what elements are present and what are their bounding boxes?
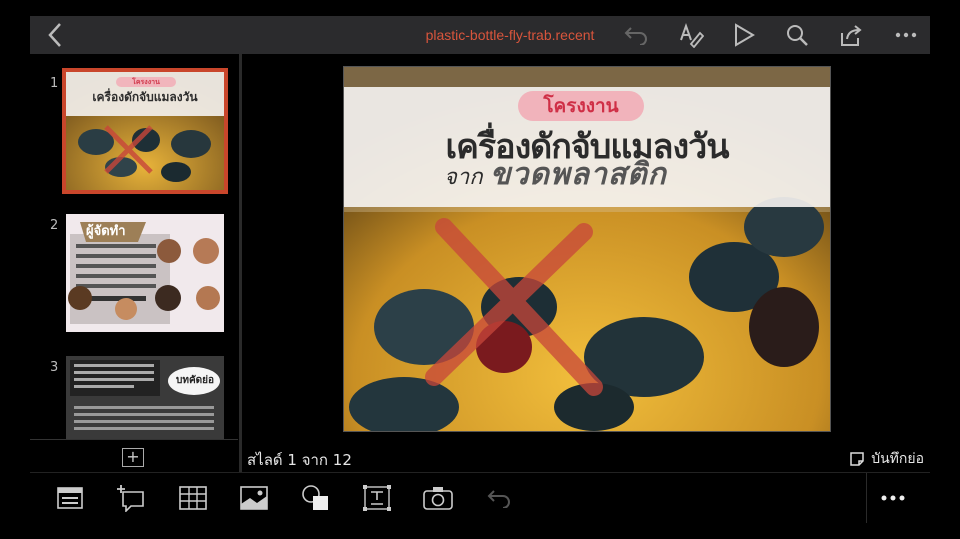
slide-canvas[interactable]: โครงงาน เครื่องดักจับแมลงวัน จาก ขวดพลาส…	[242, 54, 930, 439]
slide-title: เครื่องดักจับแมลงวัน	[92, 90, 198, 104]
undo-icon[interactable]	[620, 16, 652, 54]
bottom-toolbar	[30, 473, 930, 523]
more-icon[interactable]	[890, 16, 922, 54]
slide-subtitle-small[interactable]: จาก	[444, 159, 483, 194]
textbox-icon[interactable]	[359, 481, 395, 515]
slide-counter: สไลด์ 1 จาก 12	[247, 451, 352, 469]
comment-icon[interactable]	[114, 481, 150, 515]
note-icon	[850, 452, 864, 466]
slide-preview: ผู้จัดทำ	[66, 214, 224, 332]
add-slide-bar: +	[30, 439, 238, 473]
camera-icon[interactable]	[420, 481, 456, 515]
top-toolbar: plastic-bottle-fly-trab.recent	[30, 16, 930, 54]
slide-title: ผู้จัดทำ	[86, 224, 126, 239]
slide-preview: โครงงาน เครื่องดักจับแมลงวัน	[62, 68, 228, 194]
notes-label: บันทึกย่อ	[871, 451, 924, 467]
table-icon[interactable]	[175, 481, 211, 515]
slide-number: 3	[50, 360, 59, 375]
slide-title: บทคัดย่อ	[176, 375, 214, 386]
search-icon[interactable]	[781, 16, 813, 54]
add-slide-button[interactable]: +	[122, 448, 144, 467]
slide-number: 2	[50, 218, 59, 233]
current-slide[interactable]: โครงงาน เครื่องดักจับแมลงวัน จาก ขวดพลาส…	[343, 66, 831, 432]
slide-tag: โครงงาน	[116, 77, 176, 87]
share-icon[interactable]	[835, 16, 867, 54]
slide-preview: บทคัดย่อ	[66, 356, 224, 440]
toolbar-separator	[866, 473, 867, 523]
slide-subtitle-big[interactable]: ขวดพลาสติก	[490, 151, 667, 198]
image-icon[interactable]	[236, 481, 272, 515]
more-icon[interactable]	[875, 481, 911, 515]
back-chevron-icon[interactable]	[40, 16, 70, 54]
notes-button[interactable]: บันทึกย่อ	[849, 448, 924, 470]
slide-thumbnail-panel: 1 โครงงาน เครื่องดักจับแมลงวัน 2 ผู้จัดท…	[30, 54, 238, 440]
layout-icon[interactable]	[52, 481, 88, 515]
format-pen-icon[interactable]	[675, 16, 707, 54]
document-title[interactable]: plastic-bottle-fly-trab.recent	[360, 16, 660, 54]
shapes-icon[interactable]	[298, 481, 334, 515]
undo-icon[interactable]	[481, 481, 517, 515]
play-icon[interactable]	[728, 16, 760, 54]
slide-tag[interactable]: โครงงาน	[518, 91, 644, 121]
slide-number: 1	[50, 76, 59, 91]
